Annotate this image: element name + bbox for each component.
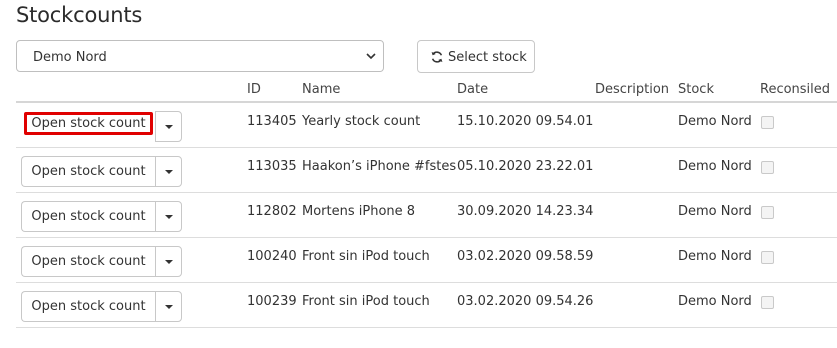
caret-down-icon: [165, 260, 173, 264]
column-header-description: Description: [595, 82, 670, 97]
cell-date: 05.10.2020 23.22.01: [457, 159, 594, 174]
column-header-reconsiled: Reconsiled: [760, 82, 831, 97]
cell-date: 30.09.2020 14.23.34: [457, 204, 594, 219]
refresh-icon: [431, 51, 443, 63]
cell-stock: Demo Nord: [678, 114, 752, 129]
cell-id: 112802: [247, 204, 297, 219]
reconsiled-checkbox[interactable]: [761, 296, 774, 309]
row-actions-dropdown-button[interactable]: [155, 156, 182, 187]
chevron-down-icon: [366, 53, 376, 60]
cell-id: 100239: [247, 294, 297, 309]
row-actions-dropdown-button[interactable]: [155, 201, 182, 232]
cell-name: Front sin iPod touch: [302, 294, 430, 309]
caret-down-icon: [165, 125, 173, 129]
select-stock-label: Select stock: [448, 50, 527, 65]
stock-select-value: Demo Nord: [33, 50, 107, 65]
cell-name: Mortens iPhone 8: [302, 204, 416, 219]
cell-id: 113035: [247, 159, 297, 174]
column-header-stock: Stock: [678, 82, 714, 97]
cell-date: 03.02.2020 09.54.26: [457, 294, 594, 309]
open-stock-count-button[interactable]: Open stock count: [24, 112, 153, 135]
column-header-date: Date: [457, 82, 489, 97]
row-actions-dropdown-button[interactable]: [155, 291, 182, 322]
row-actions-dropdown-button[interactable]: [155, 111, 182, 142]
cell-name: Front sin iPod touch: [302, 249, 430, 264]
table-row: Open stock count 112802 Mortens iPhone 8…: [16, 193, 837, 238]
cell-stock: Demo Nord: [678, 204, 752, 219]
column-header-name: Name: [302, 82, 341, 97]
stock-select[interactable]: Demo Nord: [16, 40, 384, 72]
cell-stock: Demo Nord: [678, 159, 752, 174]
table-row: Open stock count 100239 Front sin iPod t…: [16, 283, 837, 328]
open-stock-count-button[interactable]: Open stock count: [21, 291, 155, 322]
cell-name: Yearly stock count: [302, 114, 421, 129]
reconsiled-checkbox[interactable]: [761, 161, 774, 174]
select-stock-button[interactable]: Select stock: [417, 40, 535, 73]
caret-down-icon: [165, 170, 173, 174]
page-title: Stockcounts: [16, 3, 143, 27]
row-actions-dropdown-button[interactable]: [155, 246, 182, 277]
cell-id: 100240: [247, 249, 297, 264]
table-row: Open stock count 113405 Yearly stock cou…: [16, 103, 837, 148]
cell-date: 03.02.2020 09.58.59: [457, 249, 594, 264]
reconsiled-checkbox[interactable]: [761, 251, 774, 264]
cell-date: 15.10.2020 09.54.01: [457, 114, 594, 129]
cell-stock: Demo Nord: [678, 294, 752, 309]
open-stock-count-button[interactable]: Open stock count: [21, 201, 155, 232]
column-header-id: ID: [247, 82, 261, 97]
caret-down-icon: [165, 215, 173, 219]
open-stock-count-button[interactable]: Open stock count: [21, 156, 155, 187]
cell-stock: Demo Nord: [678, 249, 752, 264]
table-row: Open stock count 113035 Haakon’s iPhone …: [16, 148, 837, 193]
open-stock-count-button[interactable]: Open stock count: [21, 246, 155, 277]
cell-id: 113405: [247, 114, 297, 129]
reconsiled-checkbox[interactable]: [761, 116, 774, 129]
caret-down-icon: [165, 305, 173, 309]
cell-name: Haakon’s iPhone #fstes: [302, 159, 457, 174]
table-row: Open stock count 100240 Front sin iPod t…: [16, 238, 837, 283]
reconsiled-checkbox[interactable]: [761, 206, 774, 219]
